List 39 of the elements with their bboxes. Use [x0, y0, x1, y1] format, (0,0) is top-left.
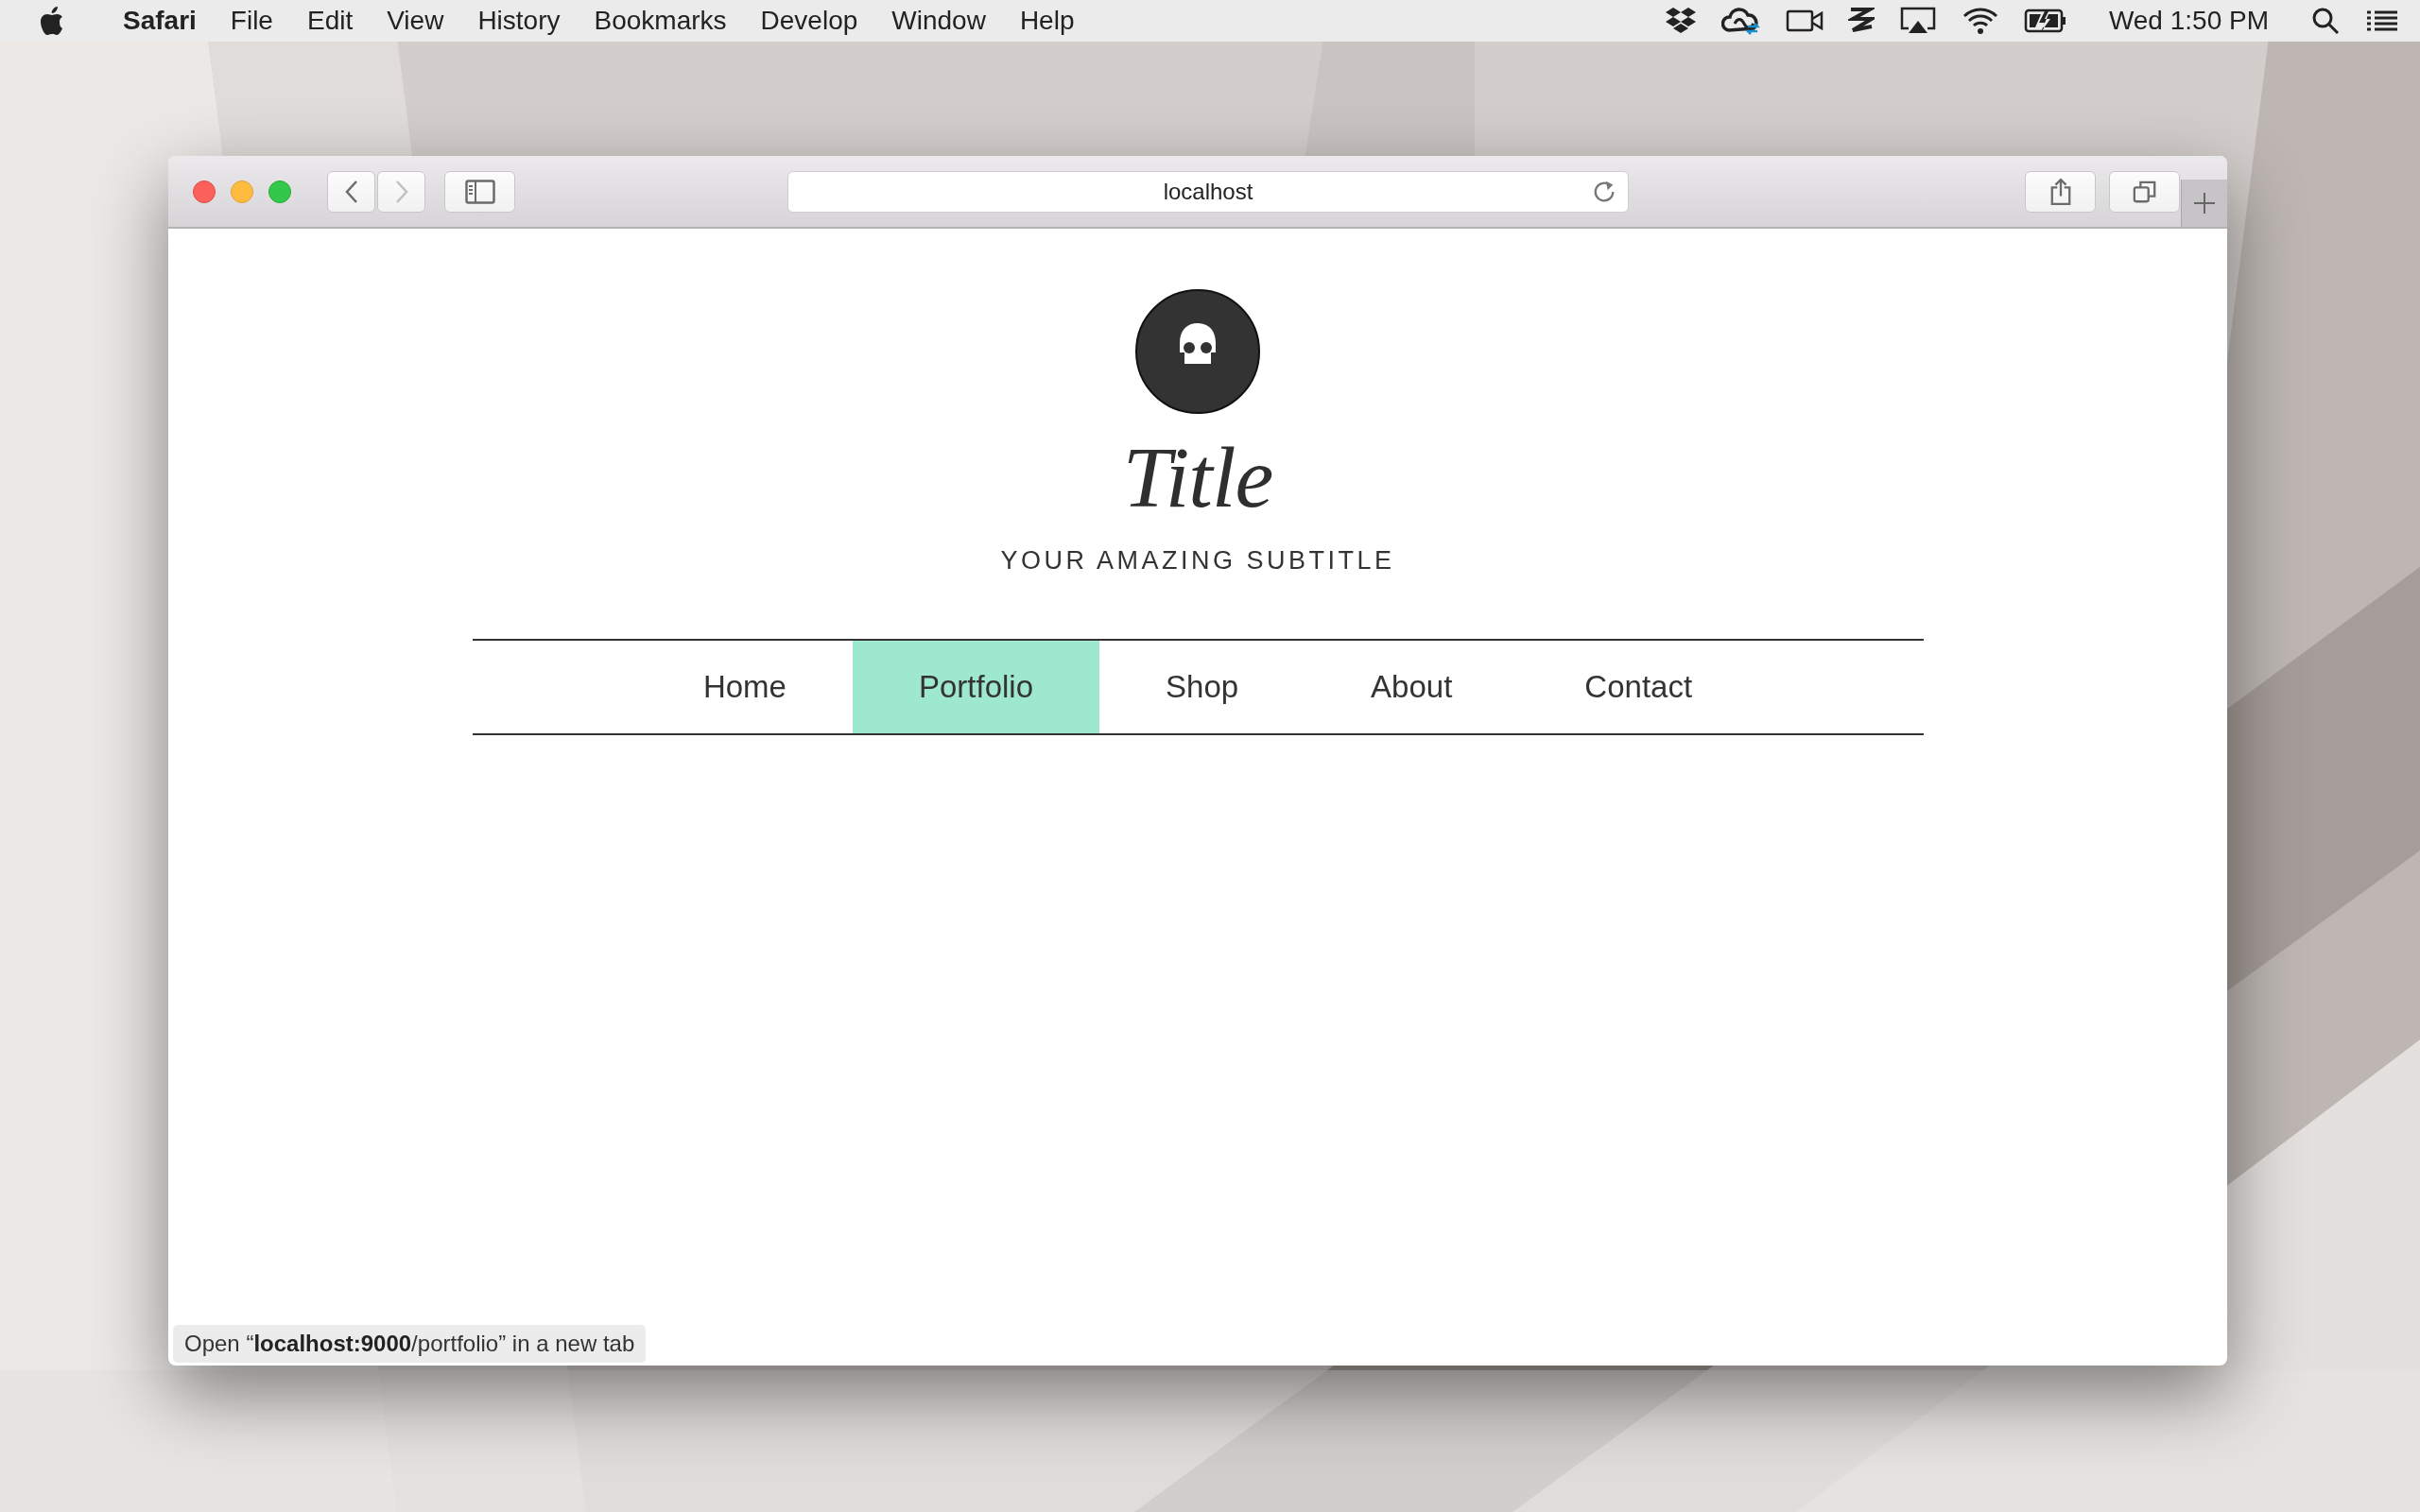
new-tab-button[interactable] — [2181, 180, 2227, 227]
share-icon — [2048, 177, 2072, 206]
cloud-sync-icon[interactable] — [1720, 6, 1761, 36]
clock[interactable]: Wed 1:50 PM — [2108, 6, 2269, 36]
menu-item[interactable]: Window — [891, 6, 986, 36]
menu-item[interactable]: History — [477, 6, 561, 36]
skull-logo-icon — [1134, 288, 1261, 415]
site-title: Title — [1122, 432, 1273, 524]
address-field[interactable]: localhost — [787, 170, 1629, 213]
share-button[interactable] — [2025, 170, 2096, 213]
search-icon[interactable] — [2310, 6, 2341, 36]
chevron-right-icon — [393, 179, 409, 204]
menu-item[interactable]: File — [230, 6, 273, 36]
airplay-icon[interactable] — [1898, 6, 1937, 36]
reload-icon[interactable] — [1592, 179, 1616, 204]
overlapping-squares-icon — [2132, 179, 2157, 204]
chevron-left-icon — [343, 179, 359, 204]
sidebar-icon — [464, 179, 495, 204]
dropbox-icon[interactable] — [1664, 6, 1697, 36]
menu-item[interactable]: Edit — [306, 6, 354, 36]
nav-link[interactable]: Contact — [1518, 640, 1759, 733]
close-button[interactable] — [193, 180, 216, 203]
tab-overview-button[interactable] — [2109, 170, 2180, 213]
sidebar-button[interactable] — [444, 170, 515, 213]
apple-icon[interactable] — [40, 6, 64, 36]
app-menu[interactable]: Safari — [123, 6, 197, 36]
wifi-icon[interactable] — [1961, 6, 1999, 36]
nav-link[interactable]: Home — [636, 640, 853, 733]
nav-link[interactable]: About — [1305, 640, 1519, 733]
plus-icon — [2193, 192, 2216, 215]
menu-item[interactable]: View — [387, 6, 444, 36]
link-status: Open “localhost:9000/portfolio” in a new tab — [173, 1325, 647, 1363]
menu-item[interactable]: Help — [1019, 6, 1075, 36]
site-subtitle: YOUR AMAZING SUBTITLE — [1000, 545, 1395, 576]
nav-link[interactable]: Portfolio — [852, 640, 1099, 733]
menu-item[interactable]: Bookmarks — [594, 6, 727, 36]
menu-item[interactable]: Develop — [760, 6, 858, 36]
back-button[interactable] — [327, 170, 375, 213]
nav-link[interactable]: Shop — [1099, 640, 1305, 733]
